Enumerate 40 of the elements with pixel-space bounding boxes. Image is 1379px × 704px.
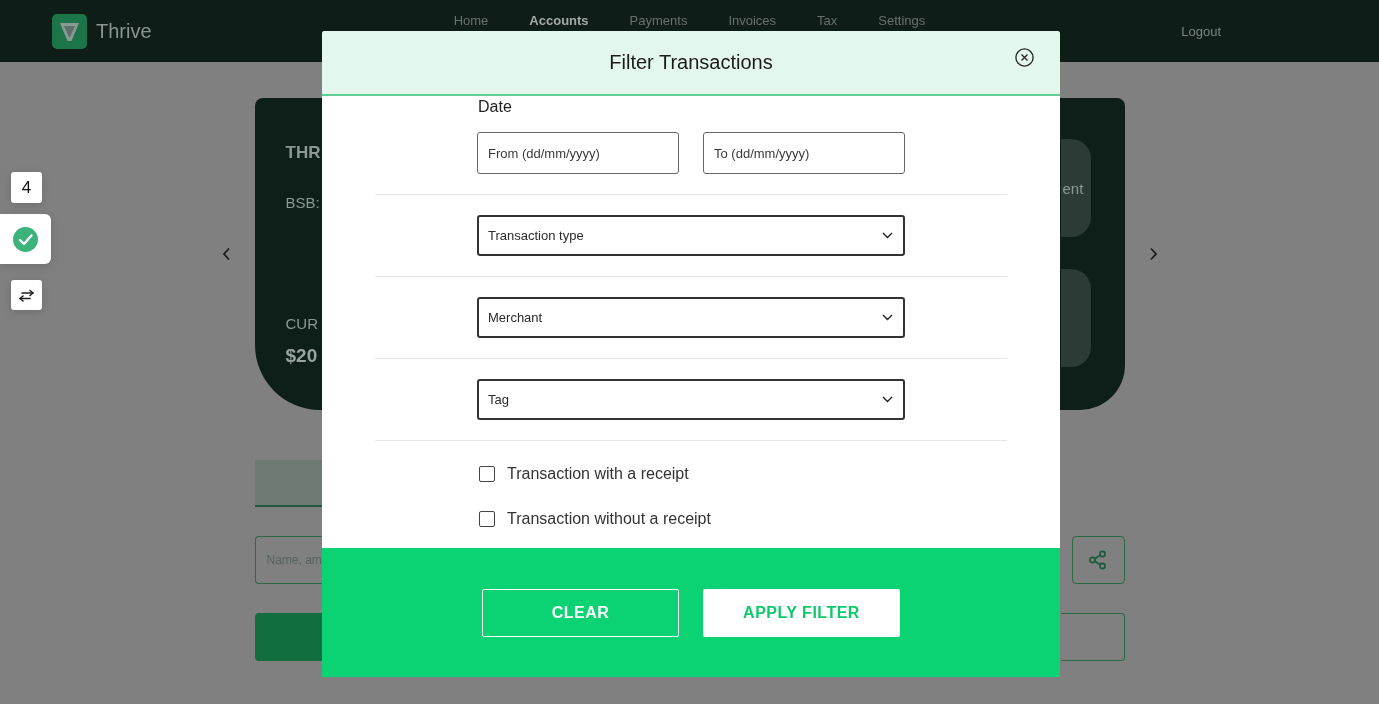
dialog-title: Filter Transactions <box>609 51 773 74</box>
checkbox-label: Transaction without a receipt <box>507 510 711 528</box>
logout-link[interactable]: Logout <box>1181 23 1221 39</box>
chevron-down-icon <box>882 314 893 321</box>
action-tile[interactable]: ent <box>1060 139 1091 237</box>
checkbox[interactable] <box>479 511 495 527</box>
dropdown-select[interactable]: Tag <box>477 379 905 420</box>
nav-link[interactable]: Tax <box>817 13 838 29</box>
nav-link[interactable]: Invoices <box>728 13 777 29</box>
status-card[interactable] <box>0 214 51 264</box>
date-to-field[interactable]: To (dd/mm/yyyy) <box>703 132 905 174</box>
date-from-field[interactable]: From (dd/mm/yyyy) <box>477 132 679 174</box>
apply-button[interactable]: APPLY FILTER <box>703 588 900 637</box>
balance-amount: $20 <box>285 344 319 368</box>
nav-link[interactable]: Accounts <box>529 13 589 29</box>
checkbox-label: Transaction with a receipt <box>507 465 689 483</box>
chevron-left-icon[interactable] <box>221 247 231 261</box>
share-icon <box>1088 550 1108 570</box>
brand-name: Thrive <box>96 19 152 43</box>
chevron-right-icon[interactable] <box>1148 247 1158 261</box>
dropdown-select[interactable]: Merchant <box>477 297 905 338</box>
count-badge: 4 <box>11 172 42 203</box>
bsb-label: BSB: <box>285 194 321 212</box>
action-tile[interactable] <box>1060 269 1091 367</box>
chevron-down-icon <box>882 232 893 239</box>
swap-button[interactable] <box>11 280 42 310</box>
logo-icon <box>52 13 87 49</box>
balance-label: CUR <box>285 315 319 333</box>
account-name: THR <box>285 142 321 164</box>
dropdown-select[interactable]: Transaction type <box>477 215 905 256</box>
nav-link[interactable]: Settings <box>878 13 926 29</box>
chevron-down-icon <box>882 396 893 403</box>
clear-button[interactable]: CLEAR <box>482 588 679 637</box>
close-icon[interactable] <box>1015 48 1034 67</box>
date-label: Date <box>478 97 513 117</box>
checkbox[interactable] <box>479 466 495 482</box>
nav-link[interactable]: Payments <box>629 13 688 29</box>
nav-link[interactable]: Home <box>453 13 489 29</box>
swap-arrows-icon <box>18 288 35 302</box>
check-circle-icon <box>13 226 38 252</box>
